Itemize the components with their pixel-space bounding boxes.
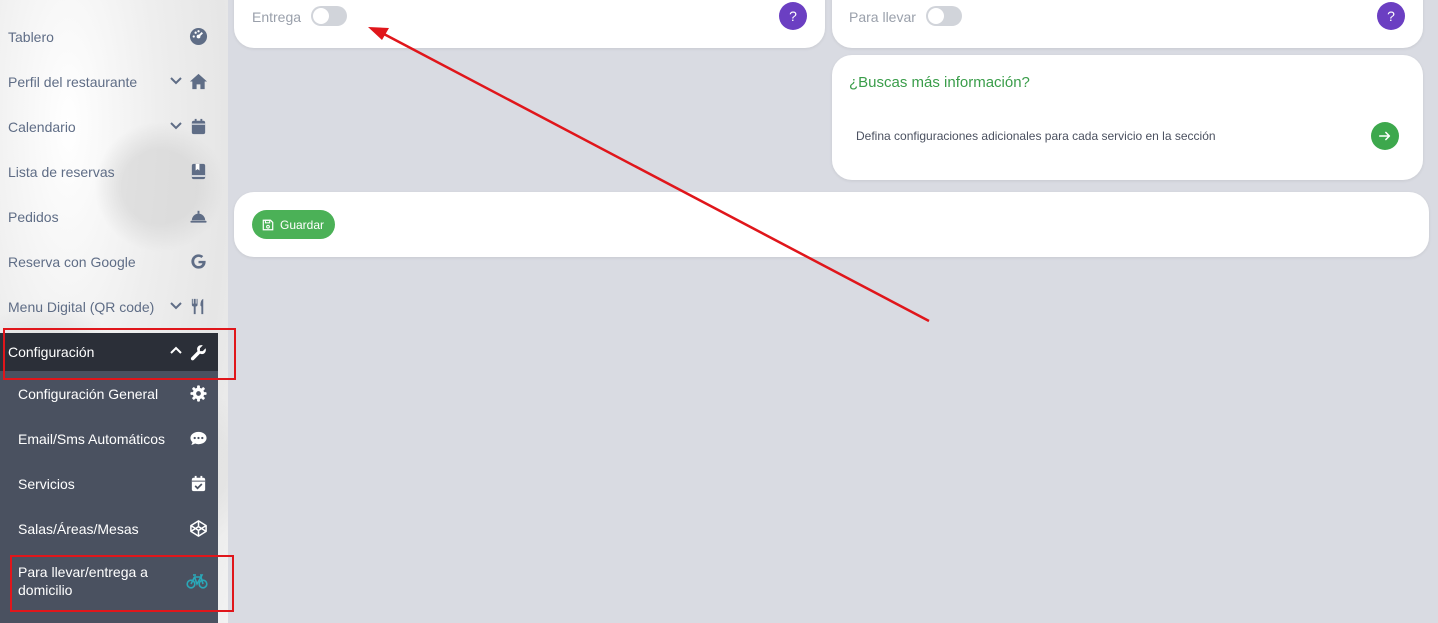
codepen-cube-icon [189, 519, 208, 538]
delivery-help-button[interactable]: ? [779, 2, 807, 30]
delivery-label: Entrega [252, 9, 302, 25]
sidebar-item-lista-reservas[interactable]: Lista de reservas [0, 149, 218, 194]
sidebar-item-menu-digital[interactable]: Menu Digital (QR code) [0, 284, 218, 329]
chevron-down-icon [169, 73, 183, 90]
home-icon [189, 72, 208, 91]
sidebar-item-tablero[interactable]: Tablero [0, 14, 218, 59]
takeaway-toggle[interactable] [926, 6, 962, 26]
sidebar-item-label: Calendario [8, 118, 76, 135]
sidebar-item-label: Lista de reservas [8, 163, 115, 180]
sidebar-item-reserva-google[interactable]: Reserva con Google [0, 239, 218, 284]
calendar-icon [189, 117, 208, 136]
delivery-toggle[interactable] [311, 6, 347, 26]
service-bell-icon [189, 207, 208, 226]
sidebar-item-calendario[interactable]: Calendario [0, 104, 218, 149]
sidebar-item-label: Reserva con Google [8, 253, 136, 270]
dashboard-gauge-icon [189, 27, 208, 46]
gear-icon [189, 384, 208, 403]
chevron-down-icon [169, 118, 183, 135]
submenu-item-salas-areas-mesas[interactable]: Salas/Áreas/Mesas [0, 506, 218, 551]
calendar-check-icon [189, 474, 208, 493]
takeaway-label: Para llevar [849, 9, 916, 25]
save-button[interactable]: Guardar [252, 210, 336, 239]
sidebar: Tablero Perfil del restaurante Calendari… [0, 0, 228, 623]
delivery-card: Entrega ? [234, 0, 825, 48]
save-card [234, 192, 1429, 257]
sidebar-item-label: Menu Digital (QR code) [8, 298, 155, 315]
info-title: ¿Buscas más información? [849, 74, 1030, 91]
floppy-disk-icon [262, 219, 274, 230]
book-icon [189, 162, 208, 181]
utensils-icon [189, 297, 208, 316]
takeaway-card: Para llevar ? [832, 0, 1423, 48]
info-go-button[interactable] [1371, 122, 1399, 150]
submenu-item-servicios[interactable]: Servicios [0, 461, 218, 506]
submenu-item-label: Email/Sms Automáticos [18, 430, 166, 447]
submenu-item-label: Configuración General [18, 385, 159, 402]
save-button-label: Guardar [280, 217, 325, 232]
annotation-highlight-configuracion [3, 328, 236, 380]
submenu-item-label: Servicios [18, 475, 75, 492]
info-text: Defina configuraciones adicionales para … [856, 129, 1216, 143]
arrow-right-icon [1378, 131, 1391, 141]
google-icon [189, 252, 208, 271]
sidebar-item-label: Tablero [8, 28, 54, 45]
sidebar-item-label: Perfil del restaurante [8, 73, 138, 90]
submenu-item-email-sms[interactable]: Email/Sms Automáticos [0, 416, 218, 461]
sidebar-item-perfil[interactable]: Perfil del restaurante [0, 59, 218, 104]
chat-bubble-icon [189, 429, 208, 448]
submenu-item-label: Salas/Áreas/Mesas [18, 520, 139, 537]
sidebar-item-pedidos[interactable]: Pedidos [0, 194, 218, 239]
takeaway-help-button[interactable]: ? [1377, 2, 1405, 30]
chevron-down-icon [169, 298, 183, 315]
sidebar-item-label: Pedidos [8, 208, 59, 225]
info-card: ¿Buscas más información? Defina configur… [832, 55, 1423, 180]
annotation-highlight-para-llevar [10, 555, 234, 612]
